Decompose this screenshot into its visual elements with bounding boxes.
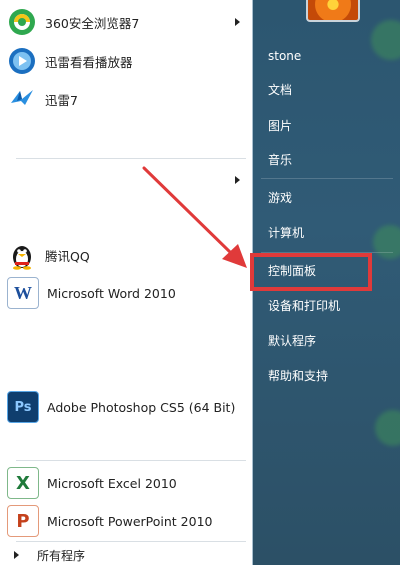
- pinned-item-xunlei-player[interactable]: 迅雷看看播放器: [0, 44, 252, 78]
- expand-arrow-icon: [14, 551, 19, 559]
- all-programs-label: 所有程序: [37, 548, 86, 563]
- pinned-item-label: 360安全浏览器7: [45, 15, 140, 31]
- xunlei-player-icon: [7, 46, 37, 76]
- right-item-devices-printers[interactable]: 设备和打印机: [268, 294, 340, 318]
- recent-item-powerpoint[interactable]: P Microsoft PowerPoint 2010: [0, 504, 252, 538]
- recent-item-label: Microsoft Word 2010: [47, 285, 176, 301]
- right-item-user[interactable]: stone: [268, 44, 301, 68]
- menu-separator: [261, 178, 393, 179]
- right-item-default-programs[interactable]: 默认程序: [268, 329, 316, 353]
- submenu-arrow-icon: [235, 176, 240, 184]
- word-icon: W: [7, 277, 39, 309]
- qq-penguin-icon: [7, 240, 37, 270]
- right-item-documents[interactable]: 文档: [268, 78, 292, 102]
- right-item-music[interactable]: 音乐: [268, 148, 292, 172]
- all-programs-button[interactable]: 所有程序: [0, 545, 252, 565]
- powerpoint-icon: P: [7, 505, 39, 537]
- menu-separator: [16, 541, 246, 542]
- recent-item-qq[interactable]: 腾讯QQ: [0, 238, 252, 272]
- highlight-box: [250, 253, 372, 291]
- recent-item-label: Microsoft Excel 2010: [47, 475, 177, 491]
- background-blob: [373, 225, 400, 259]
- recent-submenu-row[interactable]: [0, 162, 252, 198]
- photoshop-icon: Ps: [7, 391, 39, 423]
- recent-item-label: Adobe Photoshop CS5 (64 Bit): [47, 399, 236, 415]
- background-blob: [375, 410, 400, 446]
- background-blob: [371, 20, 400, 60]
- start-menu-left-panel: 360安全浏览器7 迅雷看看播放器 迅雷7 腾讯QQ W Microsoft W…: [0, 0, 253, 565]
- excel-icon: X: [7, 467, 39, 499]
- recent-item-label: Microsoft PowerPoint 2010: [47, 513, 213, 529]
- user-avatar[interactable]: [306, 0, 360, 22]
- recent-item-photoshop[interactable]: Ps Adobe Photoshop CS5 (64 Bit): [0, 390, 252, 424]
- right-item-help-support[interactable]: 帮助和支持: [268, 364, 328, 388]
- submenu-arrow-icon: [235, 18, 240, 26]
- right-item-pictures[interactable]: 图片: [268, 114, 292, 138]
- recent-item-excel[interactable]: X Microsoft Excel 2010: [0, 466, 252, 500]
- pinned-item-360-browser[interactable]: 360安全浏览器7: [0, 5, 252, 39]
- menu-separator: [16, 158, 246, 159]
- right-item-computer[interactable]: 计算机: [268, 221, 304, 245]
- recent-item-label: 腾讯QQ: [45, 248, 90, 264]
- pinned-item-xunlei7[interactable]: 迅雷7: [0, 82, 252, 116]
- recent-item-word[interactable]: W Microsoft Word 2010: [0, 276, 252, 310]
- pinned-item-label: 迅雷7: [45, 92, 78, 108]
- pinned-item-label: 迅雷看看播放器: [45, 54, 133, 70]
- menu-separator: [16, 460, 246, 461]
- right-item-games[interactable]: 游戏: [268, 186, 292, 210]
- 360-browser-icon: [7, 7, 37, 37]
- xunlei-bird-icon: [7, 84, 37, 114]
